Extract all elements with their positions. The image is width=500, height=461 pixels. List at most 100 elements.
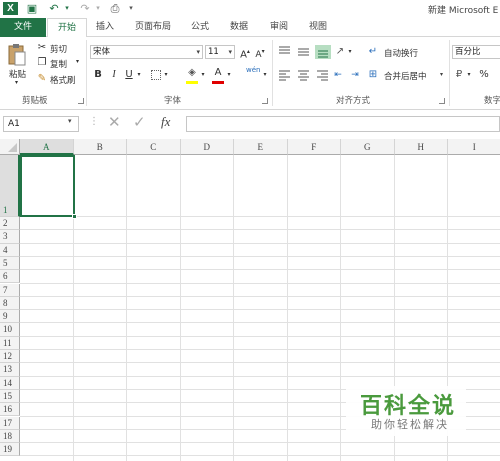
column-header-a[interactable]: A bbox=[20, 139, 74, 155]
column-header-c[interactable]: C bbox=[127, 139, 181, 155]
row-header-12[interactable]: 12 bbox=[0, 350, 20, 364]
row-header-6[interactable]: 6 bbox=[0, 270, 20, 284]
tab-home[interactable]: 开始 bbox=[47, 18, 87, 38]
number-format-select[interactable]: 百分比 bbox=[452, 45, 500, 59]
font-name-select[interactable]: 宋体 ▾ bbox=[90, 45, 203, 59]
formula-input[interactable] bbox=[186, 116, 500, 132]
grow-font-button[interactable]: A▴ bbox=[239, 45, 251, 62]
cancel-icon[interactable]: ✕ bbox=[108, 113, 121, 131]
column-header-d[interactable]: D bbox=[180, 139, 234, 155]
bold-button[interactable]: B bbox=[93, 68, 103, 82]
borders-dropdown-icon[interactable]: ▾ bbox=[163, 68, 169, 82]
row-header-11[interactable]: 11 bbox=[0, 336, 20, 350]
tab-view[interactable]: 视图 bbox=[305, 18, 331, 37]
row-header-1[interactable]: 1 bbox=[0, 155, 20, 217]
row-header-4[interactable]: 4 bbox=[0, 243, 20, 257]
cut-icon: ✂ bbox=[37, 42, 47, 53]
name-box-dropdown-icon[interactable]: ▾ bbox=[68, 117, 72, 125]
select-all-icon bbox=[8, 143, 17, 152]
orientation-icon[interactable]: ↗ bbox=[333, 45, 347, 59]
accounting-dropdown-icon[interactable]: ▾ bbox=[466, 68, 472, 82]
insert-function-button[interactable]: fx bbox=[161, 114, 170, 130]
row-header-18[interactable]: 18 bbox=[0, 429, 20, 444]
phonetic-icon[interactable]: wén bbox=[246, 66, 260, 74]
underline-dropdown-icon[interactable]: ▾ bbox=[136, 68, 142, 82]
row-header-14[interactable]: 14 bbox=[0, 376, 20, 390]
undo-icon[interactable]: ↶ bbox=[47, 1, 61, 16]
accounting-format-icon[interactable]: ₽ bbox=[452, 68, 466, 82]
column-header-g[interactable]: G bbox=[341, 139, 395, 155]
gridline-horizontal bbox=[20, 216, 500, 217]
tab-review[interactable]: 审阅 bbox=[266, 18, 292, 37]
save-icon[interactable]: ▣ bbox=[25, 1, 39, 16]
copy-button[interactable]: 复制 bbox=[50, 58, 67, 70]
align-middle-button[interactable] bbox=[296, 44, 312, 60]
font-launcher-icon[interactable] bbox=[262, 98, 268, 104]
active-cell-a1[interactable] bbox=[20, 155, 75, 217]
tab-page-layout[interactable]: 页面布局 bbox=[129, 18, 177, 37]
row-header-17[interactable]: 17 bbox=[0, 416, 20, 430]
increase-indent-button[interactable]: ⇥ bbox=[348, 68, 362, 82]
borders-icon[interactable] bbox=[151, 70, 161, 80]
copy-dropdown-icon[interactable]: ▾ bbox=[76, 58, 79, 65]
tab-formulas[interactable]: 公式 bbox=[187, 18, 213, 37]
tab-insert[interactable]: 插入 bbox=[92, 18, 118, 37]
row-header-19[interactable]: 19 bbox=[0, 443, 20, 457]
row-header-5[interactable]: 5 bbox=[0, 256, 20, 271]
alignment-launcher-icon[interactable] bbox=[439, 98, 445, 104]
decrease-indent-button[interactable]: ⇤ bbox=[331, 68, 345, 82]
cut-button[interactable]: 剪切 bbox=[50, 43, 67, 55]
enter-icon[interactable]: ✓ bbox=[133, 113, 146, 131]
merge-center-label: 合并后居中 bbox=[384, 72, 427, 82]
clipboard-launcher-icon[interactable] bbox=[78, 98, 84, 104]
number-group-label: 数字 bbox=[484, 96, 500, 106]
align-center-button[interactable] bbox=[296, 68, 312, 82]
fill-color-dropdown-icon[interactable]: ▾ bbox=[200, 68, 206, 82]
row-header-3[interactable]: 3 bbox=[0, 230, 20, 244]
column-header-b[interactable]: B bbox=[73, 139, 127, 155]
row-header-8[interactable]: 8 bbox=[0, 296, 20, 311]
row-header-15[interactable]: 15 bbox=[0, 389, 20, 404]
wrap-text-button[interactable]: ↵ 自动换行 bbox=[366, 45, 442, 60]
fill-color-icon[interactable]: ◈ bbox=[186, 66, 198, 80]
font-size-select[interactable]: 11 ▾ bbox=[205, 45, 235, 59]
column-header-f[interactable]: F bbox=[287, 139, 341, 155]
font-color-dropdown-icon[interactable]: ▾ bbox=[226, 68, 232, 82]
paste-dropdown-icon[interactable]: ▾ bbox=[15, 79, 18, 86]
column-header-i[interactable]: I bbox=[448, 139, 500, 155]
orientation-dropdown-icon[interactable]: ▾ bbox=[347, 45, 353, 59]
row-header-13[interactable]: 13 bbox=[0, 363, 20, 377]
gridline-horizontal bbox=[20, 229, 500, 231]
align-top-button[interactable] bbox=[277, 44, 293, 60]
watermark-subtitle: 助你轻松解决 bbox=[371, 418, 449, 431]
redo-icon[interactable]: ↷ bbox=[78, 1, 92, 16]
row-header-2[interactable]: 2 bbox=[0, 217, 20, 231]
row-header-10[interactable]: 10 bbox=[0, 323, 20, 337]
undo-dropdown-icon[interactable]: ▾ bbox=[60, 1, 74, 16]
percent-style-button[interactable]: % bbox=[477, 68, 491, 82]
font-color-icon[interactable]: A bbox=[212, 66, 224, 80]
redo-dropdown-icon[interactable]: ▾ bbox=[91, 1, 105, 16]
align-bottom-button[interactable] bbox=[315, 44, 331, 60]
shrink-font-button[interactable]: A▾ bbox=[254, 45, 266, 62]
gridline-horizontal bbox=[20, 282, 500, 284]
format-painter-button[interactable]: 格式刷 bbox=[50, 74, 76, 86]
fill-handle[interactable] bbox=[72, 214, 77, 219]
customize-qat-icon[interactable]: ▾ bbox=[124, 1, 138, 16]
column-header-e[interactable]: E bbox=[234, 139, 288, 155]
phonetic-dropdown-icon[interactable]: ▾ bbox=[262, 68, 268, 82]
merge-center-button[interactable]: ⊞ 合并后居中 ▾ bbox=[366, 68, 448, 83]
row-header-9[interactable]: 9 bbox=[0, 310, 20, 324]
row-header-7[interactable]: 7 bbox=[0, 283, 20, 297]
align-right-button[interactable] bbox=[315, 68, 331, 82]
paste-button[interactable] bbox=[7, 43, 27, 67]
select-all-button[interactable] bbox=[0, 139, 20, 155]
italic-button[interactable]: I bbox=[109, 68, 119, 82]
underline-button[interactable]: U bbox=[124, 68, 134, 82]
row-header-16[interactable]: 16 bbox=[0, 403, 20, 417]
tab-data[interactable]: 数据 bbox=[226, 18, 252, 37]
column-header-h[interactable]: H bbox=[394, 139, 448, 155]
tab-file[interactable]: 文件 bbox=[0, 18, 46, 37]
align-left-button[interactable] bbox=[277, 68, 293, 82]
print-preview-icon[interactable]: ⎙ bbox=[108, 1, 122, 16]
